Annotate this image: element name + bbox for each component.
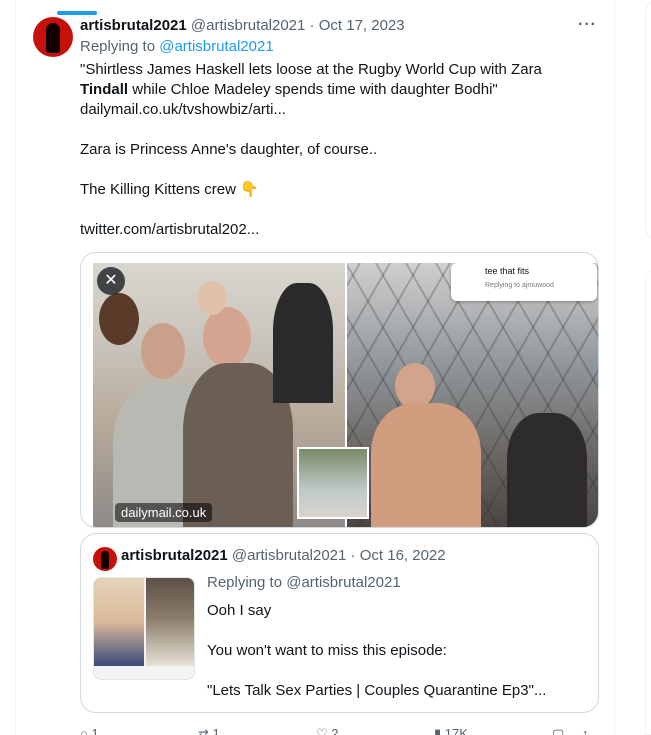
avatar[interactable] <box>33 17 73 57</box>
overlay-comment-card: tee that fits Replying to ajmuwood <box>451 263 597 301</box>
reply-count: 1 <box>91 726 99 735</box>
thumbnail-right <box>146 578 194 666</box>
quoted-line2: You won't want to miss this episode: <box>207 642 447 659</box>
person-face <box>141 323 185 379</box>
overlay-sub: Replying to ajmuwood <box>485 282 554 289</box>
shirtless-torso <box>371 403 481 527</box>
quoted-thumbnail <box>93 577 195 680</box>
quoted-display-name: artisbrutal2021 <box>121 547 228 564</box>
thumbnail-left <box>94 578 144 666</box>
display-name[interactable]: artisbrutal2021 <box>80 17 187 34</box>
more-options-icon[interactable]: ··· <box>578 16 597 34</box>
share-button[interactable]: ↑ <box>582 726 589 735</box>
media-card[interactable]: dailymail.co.uk tee that fits Replying t… <box>80 252 599 528</box>
sidebar-panel-edge-lower <box>645 268 651 735</box>
handle[interactable]: @artisbrutal2021 <box>191 17 305 34</box>
pointing-down-emoji-icon: 👇 <box>240 181 259 198</box>
tweet-line-crew: The Killing Kittens crew 👇 <box>80 180 259 200</box>
quoted-replying-label: Replying to <box>207 574 283 591</box>
person-shirt <box>273 283 333 403</box>
action-bar: ○ 1 ⇄ 1 ♡ 2 ▮ 17K ▢ ↑ <box>80 726 600 735</box>
person-shirt <box>507 413 587 527</box>
reply-button[interactable]: ○ 1 <box>80 726 99 735</box>
article-link[interactable]: dailymail.co.uk/tvshowbiz/arti... <box>80 100 286 120</box>
quoted-separator: · <box>350 547 356 564</box>
quoted-handle: @artisbrutal2021 <box>231 547 347 564</box>
photo-stadium[interactable]: tee that fits Replying to ajmuwood <box>347 263 598 527</box>
quoted-header: artisbrutal2021 @artisbrutal2021 · Oct 1… <box>121 546 446 566</box>
overlay-title: tee that fits <box>485 266 530 276</box>
person-face <box>203 307 251 367</box>
like-count: 2 <box>331 726 339 735</box>
quoted-line1: Ooh I say <box>207 602 272 619</box>
retweet-icon: ⇄ <box>198 726 209 735</box>
replying-handle-link[interactable]: @artisbrutal2021 <box>159 38 273 55</box>
retweet-count: 1 <box>212 726 220 735</box>
sidebar-panel-edge <box>645 0 651 240</box>
column-right-border <box>614 0 615 735</box>
thread-accent-bar <box>57 11 97 15</box>
person-face <box>197 281 227 315</box>
inset-photo <box>297 447 369 519</box>
person-face <box>99 293 139 345</box>
headline-bold-word: Tindall <box>80 81 129 98</box>
tweet-header: artisbrutal2021 @artisbrutal2021 · Oct 1… <box>80 16 405 36</box>
share-icon: ↑ <box>582 726 589 735</box>
tweet-line-zara: Zara is Princess Anne's daughter, of cou… <box>80 141 378 158</box>
column-left-border <box>15 0 16 735</box>
separator: · <box>309 17 315 34</box>
tweet-headline-line1: "Shirtless James Haskell lets loose at t… <box>80 61 542 78</box>
headline-rest: while Chloe Madeley spends time with dau… <box>128 81 498 98</box>
quoted-line3: "Lets Talk Sex Parties | Couples Quarant… <box>207 682 547 699</box>
quoted-replying-handle: @artisbrutal2021 <box>286 574 401 591</box>
quoted-replying: Replying to @artisbrutal2021 <box>207 573 401 593</box>
replying-to: Replying to @artisbrutal2021 <box>80 37 274 57</box>
quoted-date: Oct 16, 2022 <box>359 547 446 564</box>
close-icon[interactable]: ✕ <box>97 267 125 295</box>
bookmark-button[interactable]: ▢ <box>552 726 564 735</box>
tweet-date[interactable]: Oct 17, 2023 <box>319 17 405 34</box>
replying-label: Replying to <box>80 38 156 55</box>
crew-text: The Killing Kittens crew <box>80 181 236 198</box>
twitter-link[interactable]: twitter.com/artisbrutal202... <box>80 220 259 240</box>
quoted-tweet[interactable]: artisbrutal2021 @artisbrutal2021 · Oct 1… <box>80 533 599 713</box>
tweet-headline-line2: Tindall while Chloe Madeley spends time … <box>80 80 498 100</box>
views-icon: ▮ <box>434 726 442 735</box>
bookmark-icon: ▢ <box>552 726 565 735</box>
source-badge: dailymail.co.uk <box>115 503 213 522</box>
views-count: 17K <box>444 726 468 735</box>
views-button[interactable]: ▮ 17K <box>434 726 468 735</box>
like-button[interactable]: ♡ 2 <box>316 726 339 735</box>
quoted-avatar <box>93 547 117 571</box>
retweet-button[interactable]: ⇄ 1 <box>198 726 220 735</box>
reply-icon: ○ <box>80 726 88 735</box>
heart-icon: ♡ <box>316 726 328 735</box>
